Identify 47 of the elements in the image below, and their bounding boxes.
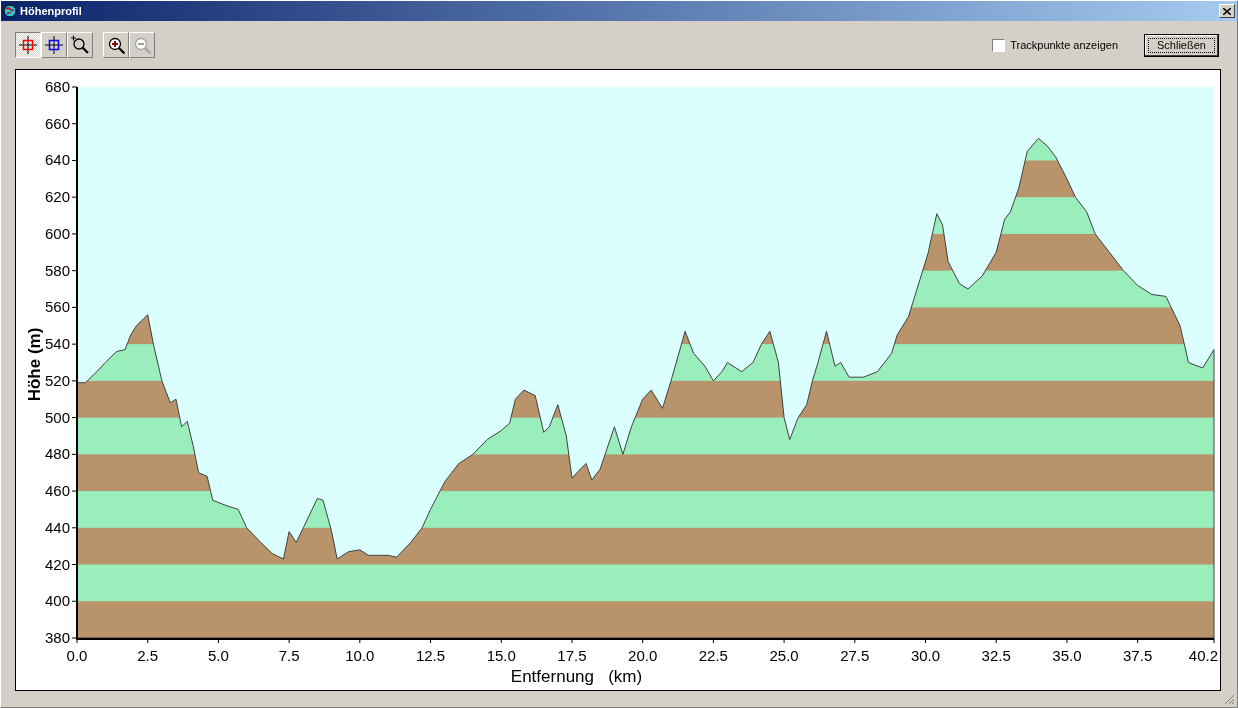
y-tick-label: 500 xyxy=(44,408,70,426)
trackpoints-checkbox[interactable]: Trackpunkte anzeigen xyxy=(992,38,1118,52)
x-tick-label: 35.0 xyxy=(1052,647,1082,664)
y-tick-label: 660 xyxy=(44,114,70,132)
x-tick-label: 27.5 xyxy=(840,647,870,664)
x-tick-label: 40.2 xyxy=(1188,647,1218,664)
x-tick-label: 15.0 xyxy=(486,647,516,664)
y-axis-label: Höhe (m) xyxy=(25,327,44,402)
y-tick-label: 640 xyxy=(44,151,70,169)
zoom-out-icon xyxy=(132,35,152,55)
y-tick-label: 460 xyxy=(44,482,70,500)
x-axis-label: Entfernung (km) xyxy=(510,667,643,686)
x-tick-label: 37.5 xyxy=(1123,647,1153,664)
x-tick-label: 25.0 xyxy=(769,647,799,664)
x-tick-label: 10.0 xyxy=(345,647,375,664)
y-tick-label: 600 xyxy=(44,224,70,242)
x-tick-label: 17.5 xyxy=(557,647,587,664)
close-button[interactable] xyxy=(1219,4,1235,18)
x-tick-label: 22.5 xyxy=(698,647,728,664)
zoom-in-icon xyxy=(106,35,126,55)
x-tick-label: 32.5 xyxy=(981,647,1011,664)
y-tick-label: 420 xyxy=(44,555,70,573)
x-tick-label: 7.5 xyxy=(278,647,300,664)
crosshair-icon xyxy=(19,36,37,54)
x-tick-label: 0.0 xyxy=(66,647,88,664)
x-tick-label: 12.5 xyxy=(415,647,446,664)
y-tick-label: 380 xyxy=(44,629,70,646)
close-icon xyxy=(1223,7,1231,15)
window-title: Höhenprofil xyxy=(20,5,82,17)
x-tick-label: 2.5 xyxy=(137,647,159,664)
zoom-icon xyxy=(70,35,90,55)
globe-icon xyxy=(3,4,17,18)
y-tick-label: 680 xyxy=(44,78,70,95)
x-tick-label: 30.0 xyxy=(910,647,941,664)
x-tick-label: 5.0 xyxy=(208,647,229,664)
y-tick-label: 440 xyxy=(44,518,70,536)
y-tick-label: 580 xyxy=(44,261,70,279)
y-tick-label: 560 xyxy=(44,298,70,316)
y-tick-label: 540 xyxy=(44,335,70,353)
resize-grip-icon[interactable] xyxy=(1224,694,1235,705)
y-tick-label: 480 xyxy=(44,445,70,463)
x-tick-label: 20.0 xyxy=(628,647,658,664)
close-dialog-button[interactable]: Schließen xyxy=(1144,33,1219,57)
crosshair-icon xyxy=(45,36,63,54)
y-tick-label: 620 xyxy=(44,188,70,206)
y-tick-label: 520 xyxy=(44,371,70,389)
y-tick-label: 400 xyxy=(44,592,70,610)
